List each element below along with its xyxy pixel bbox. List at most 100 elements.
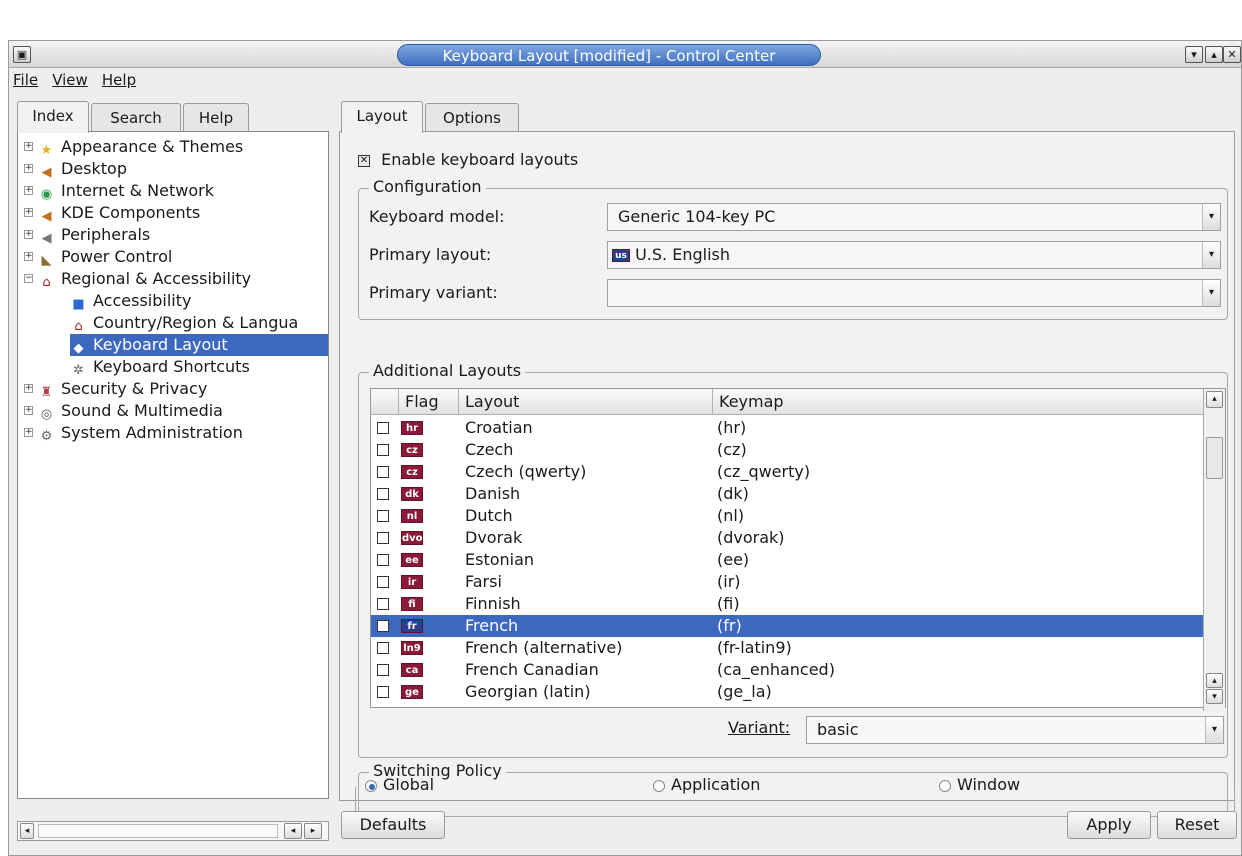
tree-item-regional[interactable]: − ⌂ Regional & Accessibility <box>24 268 251 290</box>
scrollbar-thumb[interactable] <box>38 824 278 838</box>
tab-options[interactable]: Options <box>425 103 519 133</box>
scroll-down-icon[interactable]: ▾ <box>1206 689 1223 704</box>
radio-window[interactable]: Window <box>939 775 1020 794</box>
column-header-keymap[interactable]: Keymap <box>713 389 1205 415</box>
expander-icon[interactable]: + <box>24 252 33 261</box>
primary-variant-select[interactable]: ▾ <box>607 279 1221 307</box>
tree-item-system-admin[interactable]: + ⚙ System Administration <box>24 422 243 444</box>
table-row[interactable]: dvo Dvorak (dvorak) <box>371 527 1209 549</box>
expander-icon[interactable]: + <box>24 164 33 173</box>
checkbox-unchecked-icon[interactable] <box>377 664 389 676</box>
scroll-left-icon[interactable]: ◂ <box>20 823 34 839</box>
tree-item-power[interactable]: + ◣ Power Control <box>24 246 172 268</box>
checkbox-checked-icon[interactable]: ✓ <box>377 620 389 632</box>
checkbox-unchecked-icon[interactable] <box>377 576 389 588</box>
expander-icon[interactable]: + <box>24 142 33 151</box>
table-row[interactable]: dk Danish (dk) <box>371 483 1209 505</box>
checkbox-unchecked-icon[interactable] <box>377 444 389 456</box>
radio-global[interactable]: Global <box>365 775 434 794</box>
minimize-icon[interactable]: ▾ <box>1185 46 1203 63</box>
apply-button[interactable]: Apply <box>1067 811 1151 839</box>
tree-horizontal-scrollbar[interactable]: ◂ ◂ ▸ <box>17 821 329 841</box>
tree-item-kde-components[interactable]: + ◀ KDE Components <box>24 202 201 224</box>
tree-item-desktop[interactable]: + ◀ Desktop <box>24 158 127 180</box>
table-row[interactable]: ee Estonian (ee) <box>371 549 1209 571</box>
checkbox-unchecked-icon[interactable] <box>377 532 389 544</box>
table-row[interactable]: ✓ fr French (fr) <box>371 615 1209 637</box>
column-header-layout[interactable]: Layout <box>459 389 713 415</box>
scroll-up-icon[interactable]: ▴ <box>1206 673 1223 688</box>
sound-icon: ◎ <box>40 407 53 422</box>
defaults-button[interactable]: Defaults <box>341 811 445 839</box>
expander-icon[interactable]: − <box>24 274 33 283</box>
table-row[interactable]: ca French Canadian (ca_enhanced) <box>371 659 1209 681</box>
tab-help-label: Help <box>198 109 234 127</box>
tree-item-keyboard-shortcuts[interactable]: ✲ Keyboard Shortcuts <box>70 356 250 378</box>
menu-file[interactable]: File <box>9 68 43 89</box>
expander-icon[interactable]: + <box>24 428 33 437</box>
close-icon[interactable]: ✕ <box>1223 46 1241 63</box>
table-row[interactable]: ge Georgian (latin) (ge_la) <box>371 681 1209 703</box>
tree-item-internet[interactable]: + ◉ Internet & Network <box>24 180 214 202</box>
table-row[interactable]: ir Farsi (ir) <box>371 571 1209 593</box>
maximize-icon[interactable]: ▴ <box>1205 46 1223 63</box>
tree-item-label: KDE Components <box>61 203 201 222</box>
enable-layouts-checkbox[interactable]: ✕ Enable keyboard layouts <box>358 150 578 169</box>
scroll-left-icon[interactable]: ◂ <box>284 823 302 839</box>
checkbox-unchecked-icon[interactable] <box>377 466 389 478</box>
layout-name: Czech <box>465 440 514 459</box>
scroll-up-icon[interactable]: ▴ <box>1206 391 1223 408</box>
tree-item-security[interactable]: + ♜ Security & Privacy <box>24 378 207 400</box>
tab-layout[interactable]: Layout <box>341 101 423 133</box>
checkbox-unchecked-icon[interactable] <box>377 642 389 654</box>
radio-application[interactable]: Application <box>653 775 760 794</box>
tree-item-label: Appearance & Themes <box>61 137 244 156</box>
table-row[interactable]: cz Czech (qwerty) (cz_qwerty) <box>371 461 1209 483</box>
table-row[interactable]: cz Czech (cz) <box>371 439 1209 461</box>
tree-item-label: Keyboard Shortcuts <box>93 357 250 376</box>
table-row[interactable]: ln9 French (alternative) (fr-latin9) <box>371 637 1209 659</box>
expander-icon[interactable]: + <box>24 208 33 217</box>
tab-help[interactable]: Help <box>183 103 249 133</box>
peripherals-icon: ◀ <box>41 231 52 246</box>
checkbox-unchecked-icon[interactable] <box>377 554 389 566</box>
reset-button[interactable]: Reset <box>1157 811 1237 839</box>
flag-icon: dvo <box>401 531 423 545</box>
scrollbar-thumb[interactable] <box>1206 437 1223 479</box>
tree-item-peripherals[interactable]: + ◀ Peripherals <box>24 224 150 246</box>
expander-icon[interactable]: + <box>24 406 33 415</box>
tree-item-country[interactable]: ⌂ Country/Region & Langua <box>70 312 298 334</box>
tree-item-appearance[interactable]: + ★ Appearance & Themes <box>24 136 244 158</box>
menu-view[interactable]: View <box>48 68 93 89</box>
column-header-check[interactable] <box>371 389 399 415</box>
checkbox-unchecked-icon[interactable] <box>377 488 389 500</box>
module-tree[interactable]: + ★ Appearance & Themes + ◀ Desktop + ◉ Intern… <box>17 131 329 799</box>
tab-index[interactable]: Index <box>17 101 89 133</box>
scroll-right-icon[interactable]: ▸ <box>304 823 322 839</box>
title-bar[interactable]: ▣ Keyboard Layout [modified] - Control C… <box>9 41 1241 68</box>
table-row[interactable]: hr Croatian (hr) <box>371 417 1209 439</box>
tree-item-keyboard-layout[interactable]: ◆ Keyboard Layout <box>70 334 328 356</box>
expander-icon[interactable]: + <box>24 186 33 195</box>
checkbox-unchecked-icon[interactable] <box>377 598 389 610</box>
primary-layout-select[interactable]: us U.S. English ▾ <box>607 241 1221 269</box>
keyboard-model-select[interactable]: Generic 104-key PC ▾ <box>607 203 1221 231</box>
tree-item-accessibility[interactable]: ■ Accessibility <box>70 290 191 312</box>
tree-item-sound[interactable]: + ◎ Sound & Multimedia <box>24 400 223 422</box>
variant-select[interactable]: basic ▾ <box>806 716 1224 744</box>
menu-help[interactable]: Help <box>98 68 141 89</box>
expander-icon[interactable]: + <box>24 384 33 393</box>
expander-icon[interactable]: + <box>24 230 33 239</box>
table-row[interactable]: nl Dutch (nl) <box>371 505 1209 527</box>
table-vertical-scrollbar[interactable]: ▴ ▴ ▾ <box>1203 389 1225 711</box>
tab-search[interactable]: Search <box>91 103 181 133</box>
keyboard-model-label: Keyboard model: <box>369 207 505 226</box>
checkbox-unchecked-icon[interactable] <box>377 510 389 522</box>
layouts-table[interactable]: Flag Layout Keymap hr Croatian (hr) cz Czech… <box>370 388 1226 711</box>
window-menu-icon[interactable]: ▣ <box>13 46 31 63</box>
column-header-flag[interactable]: Flag <box>399 389 459 415</box>
tree-item-label: System Administration <box>61 423 243 442</box>
table-row[interactable]: fi Finnish (fi) <box>371 593 1209 615</box>
checkbox-unchecked-icon[interactable] <box>377 686 389 698</box>
checkbox-unchecked-icon[interactable] <box>377 422 389 434</box>
